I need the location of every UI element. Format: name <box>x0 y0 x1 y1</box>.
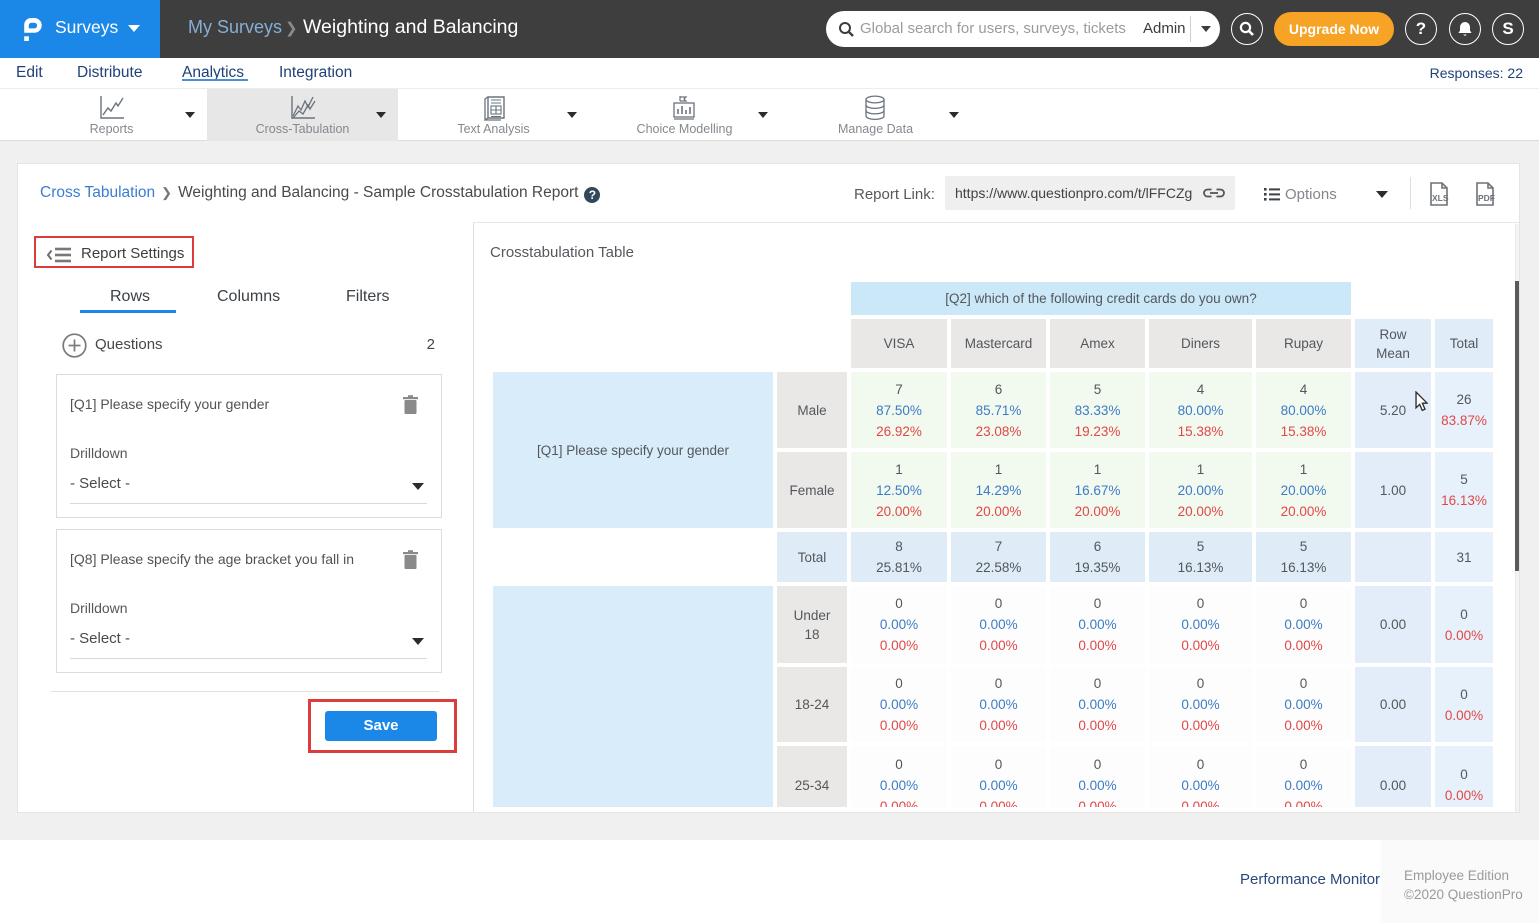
svg-text:XLS: XLS <box>1432 193 1449 203</box>
svg-text:PDF: PDF <box>1478 193 1495 203</box>
